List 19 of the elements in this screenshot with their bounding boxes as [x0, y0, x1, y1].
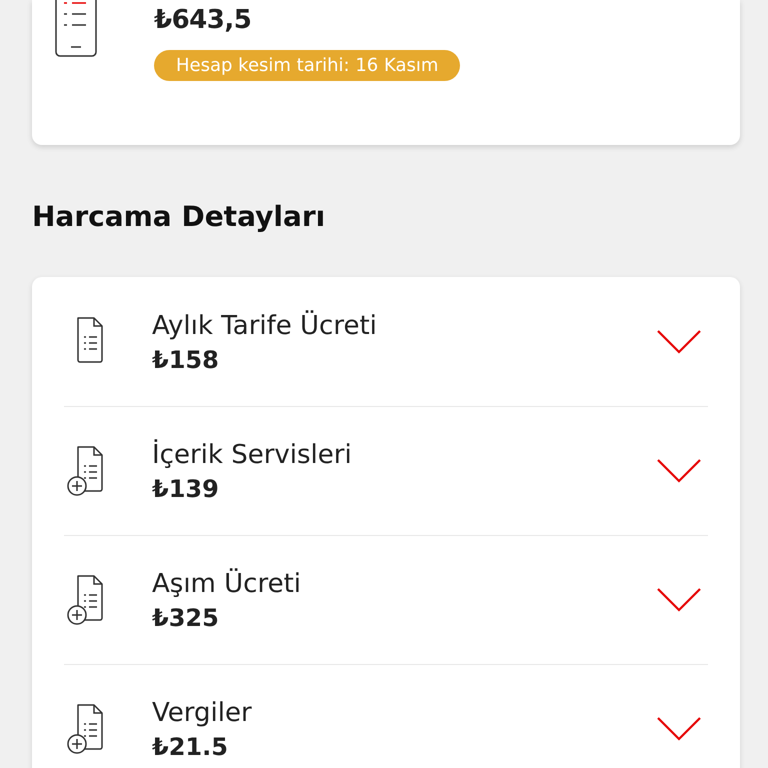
- document-plus-icon: [66, 703, 106, 755]
- expand-chevron-icon[interactable]: [656, 328, 702, 354]
- document-plus-icon: [66, 445, 106, 497]
- expense-title: Aylık Tarife Ücreti: [152, 309, 378, 342]
- expense-amount: ₺325: [152, 603, 220, 634]
- expand-chevron-icon[interactable]: [656, 458, 702, 484]
- expense-title: Aşım Ücreti: [152, 567, 302, 601]
- expense-amount: ₺158: [152, 344, 220, 376]
- expense-amount: ₺21.5: [152, 732, 229, 763]
- bill-amount: ₺643,5: [154, 4, 252, 37]
- expense-title: İçerik Servisleri: [152, 438, 353, 472]
- section-title: Harcama Detayları: [32, 199, 326, 235]
- expand-chevron-icon[interactable]: [656, 716, 702, 742]
- document-plus-icon: [66, 574, 106, 626]
- due-date-badge: Hesap kesim tarihi: 16 Kasım: [154, 50, 460, 81]
- expense-title: Vergiler: [152, 697, 253, 730]
- expense-amount: ₺139: [152, 474, 220, 505]
- expand-chevron-icon[interactable]: [656, 587, 702, 613]
- phone-bill-icon: [54, 0, 100, 58]
